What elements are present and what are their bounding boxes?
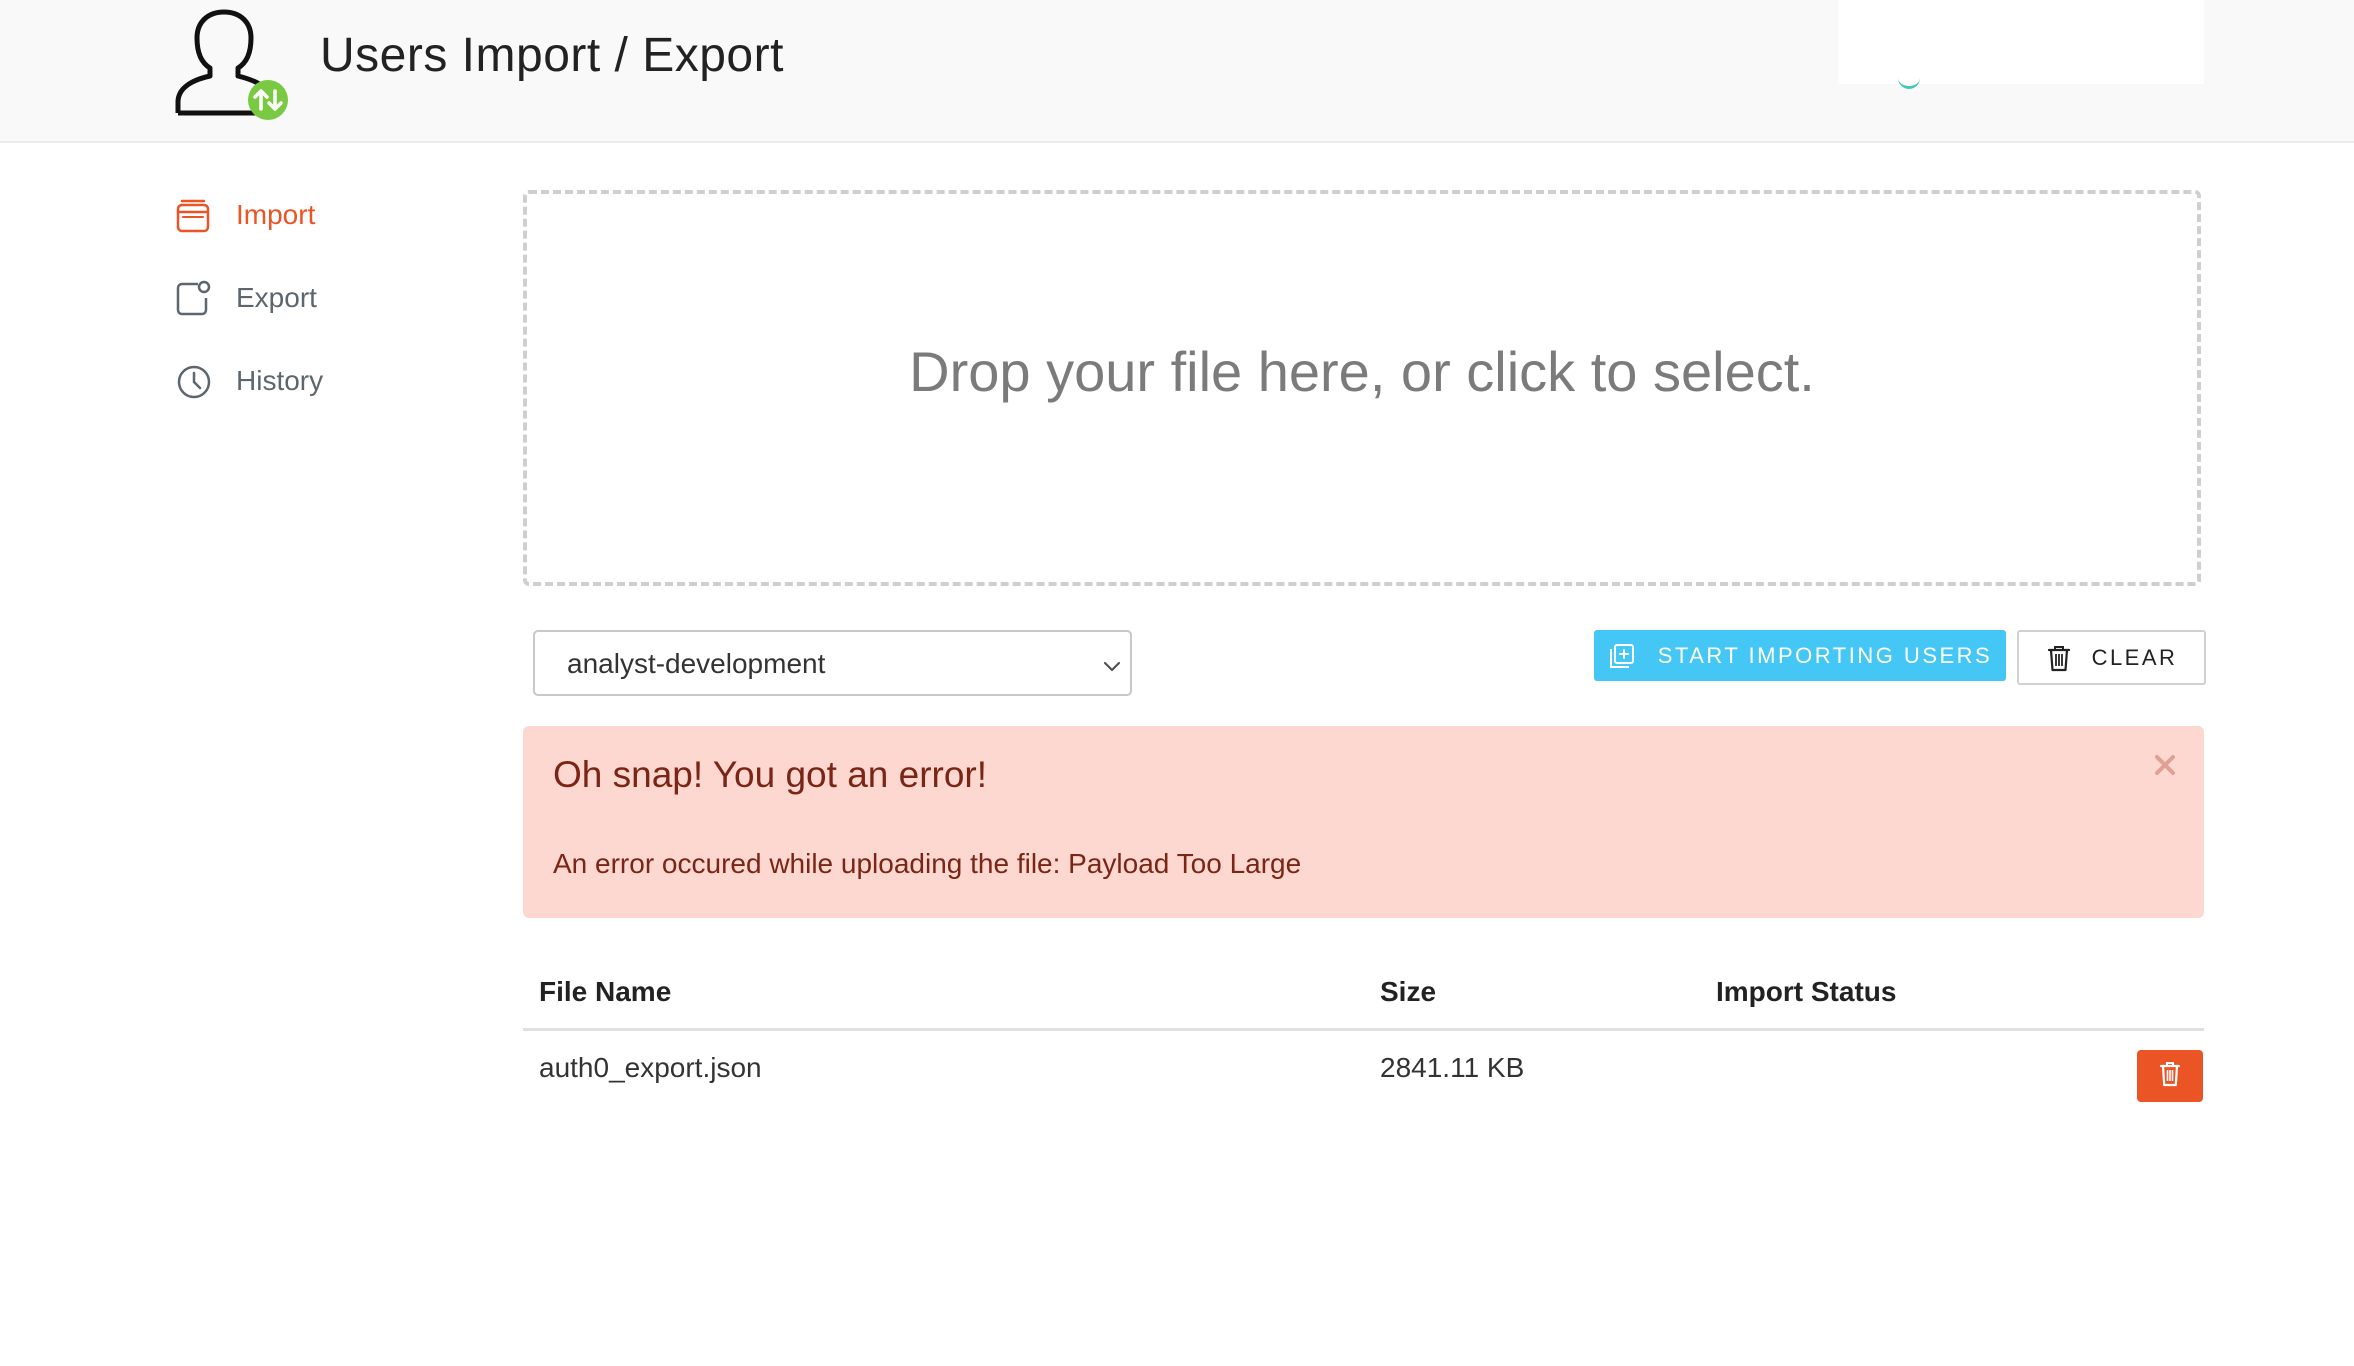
alert-message: An error occured while uploading the fil…: [553, 848, 1302, 879]
sidebar-item-export[interactable]: Export: [174, 273, 474, 323]
trash-icon: [2159, 1061, 2181, 1092]
dropzone-text: Drop your file here, or click to select.: [909, 339, 1815, 403]
column-header-import-status: Import Status: [1716, 976, 1897, 1007]
clock-icon: [174, 361, 214, 401]
clear-button[interactable]: CLEAR: [2017, 630, 2206, 685]
user-transfer-icon: [170, 8, 292, 124]
clear-label: CLEAR: [2091, 644, 2178, 670]
files-table: File Name Size Import Status auth0_expor…: [523, 958, 2204, 1102]
chevron-down-icon: [1100, 654, 1124, 678]
close-icon[interactable]: [2152, 752, 2178, 778]
sidebar-item-label: Export: [236, 282, 317, 313]
page: Users Import / Export Import Export Hist…: [0, 0, 2354, 1366]
sidebar-nav: Import Export History: [174, 190, 474, 439]
sidebar-item-label: History: [236, 365, 324, 396]
sidebar-item-import[interactable]: Import: [174, 190, 474, 240]
delete-file-button[interactable]: [2137, 1050, 2203, 1102]
header-user-panel[interactable]: [1838, 0, 2204, 89]
cell-size: 2841.11 KB: [1380, 1052, 1525, 1083]
import-icon: [174, 195, 214, 235]
trash-icon: [2046, 644, 2072, 672]
page-title: Users Import / Export: [320, 29, 784, 82]
start-importing-button[interactable]: START IMPORTING USERS: [1594, 630, 2006, 681]
alert-title: Oh snap! You got an error!: [553, 754, 988, 795]
import-users-icon: [1608, 642, 1636, 670]
cell-file-name: auth0_export.json: [539, 1052, 762, 1083]
column-header-size: Size: [1380, 976, 1437, 1007]
user-indicator-icon: [1898, 76, 1920, 89]
start-importing-label: START IMPORTING USERS: [1657, 642, 1993, 668]
sidebar-item-history[interactable]: History: [174, 356, 474, 406]
error-alert: Oh snap! You got an error! An error occu…: [523, 726, 2204, 918]
app-header: Users Import / Export: [0, 0, 2354, 143]
connection-select-value: analyst-development: [567, 648, 826, 679]
column-header-file-name: File Name: [539, 976, 672, 1007]
connection-select[interactable]: analyst-development: [533, 630, 1132, 696]
sidebar-item-label: Import: [236, 199, 316, 230]
export-icon: [174, 278, 214, 318]
table-header: File Name Size Import Status: [523, 958, 2204, 1031]
file-dropzone[interactable]: Drop your file here, or click to select.: [523, 190, 2201, 586]
